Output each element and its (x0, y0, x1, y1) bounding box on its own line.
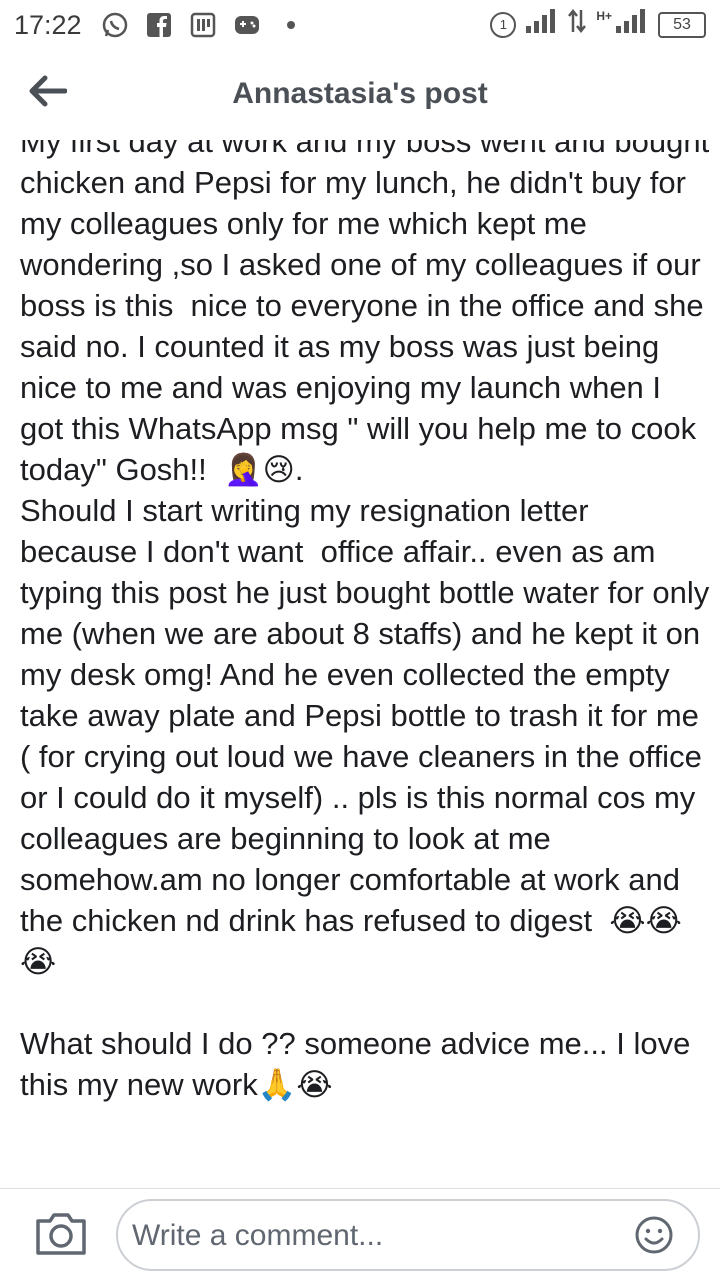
emoji-pray-sob: 🙏😭 (257, 1067, 333, 1102)
battery-icon: 53 (658, 11, 706, 38)
page-title: Annastasia's post (232, 77, 488, 110)
comment-input[interactable]: Write a comment... (116, 1199, 700, 1271)
dot-icon (276, 10, 306, 40)
signal-icon (616, 9, 648, 40)
post-text-part2: . Should I start writing my resignation … (20, 452, 710, 938)
battery-level: 53 (673, 15, 691, 33)
pdf-icon (188, 10, 218, 40)
post-text-part1: My first day at work and my boss went an… (20, 140, 718, 487)
status-bar: 17:22 1 H+ 53 (0, 0, 720, 50)
camera-button[interactable] (34, 1209, 88, 1257)
smiley-icon (635, 1216, 673, 1254)
emoji-button[interactable] (634, 1215, 674, 1255)
comment-bar: Write a comment... (0, 1188, 720, 1281)
network-type-label: H+ (596, 8, 612, 23)
post-text: My first day at work and my boss went an… (20, 140, 710, 1105)
gamepad-icon (232, 10, 262, 40)
header: Annastasia's post (0, 50, 720, 140)
signal-icon (526, 9, 558, 40)
post-content[interactable]: My first day at work and my boss went an… (0, 140, 720, 1188)
data-icon (568, 8, 587, 41)
facebook-icon (144, 10, 174, 40)
sim-icon: 1 (490, 11, 517, 38)
whatsapp-icon (100, 10, 130, 40)
comment-placeholder: Write a comment... (132, 1219, 384, 1252)
status-time: 17:22 (14, 9, 82, 40)
camera-icon (36, 1213, 86, 1255)
emoji-facepalm-cry: 🤦‍♀️😢 (224, 452, 295, 487)
post-text-part3: What should I do ?? someone advice me...… (20, 1026, 691, 1102)
